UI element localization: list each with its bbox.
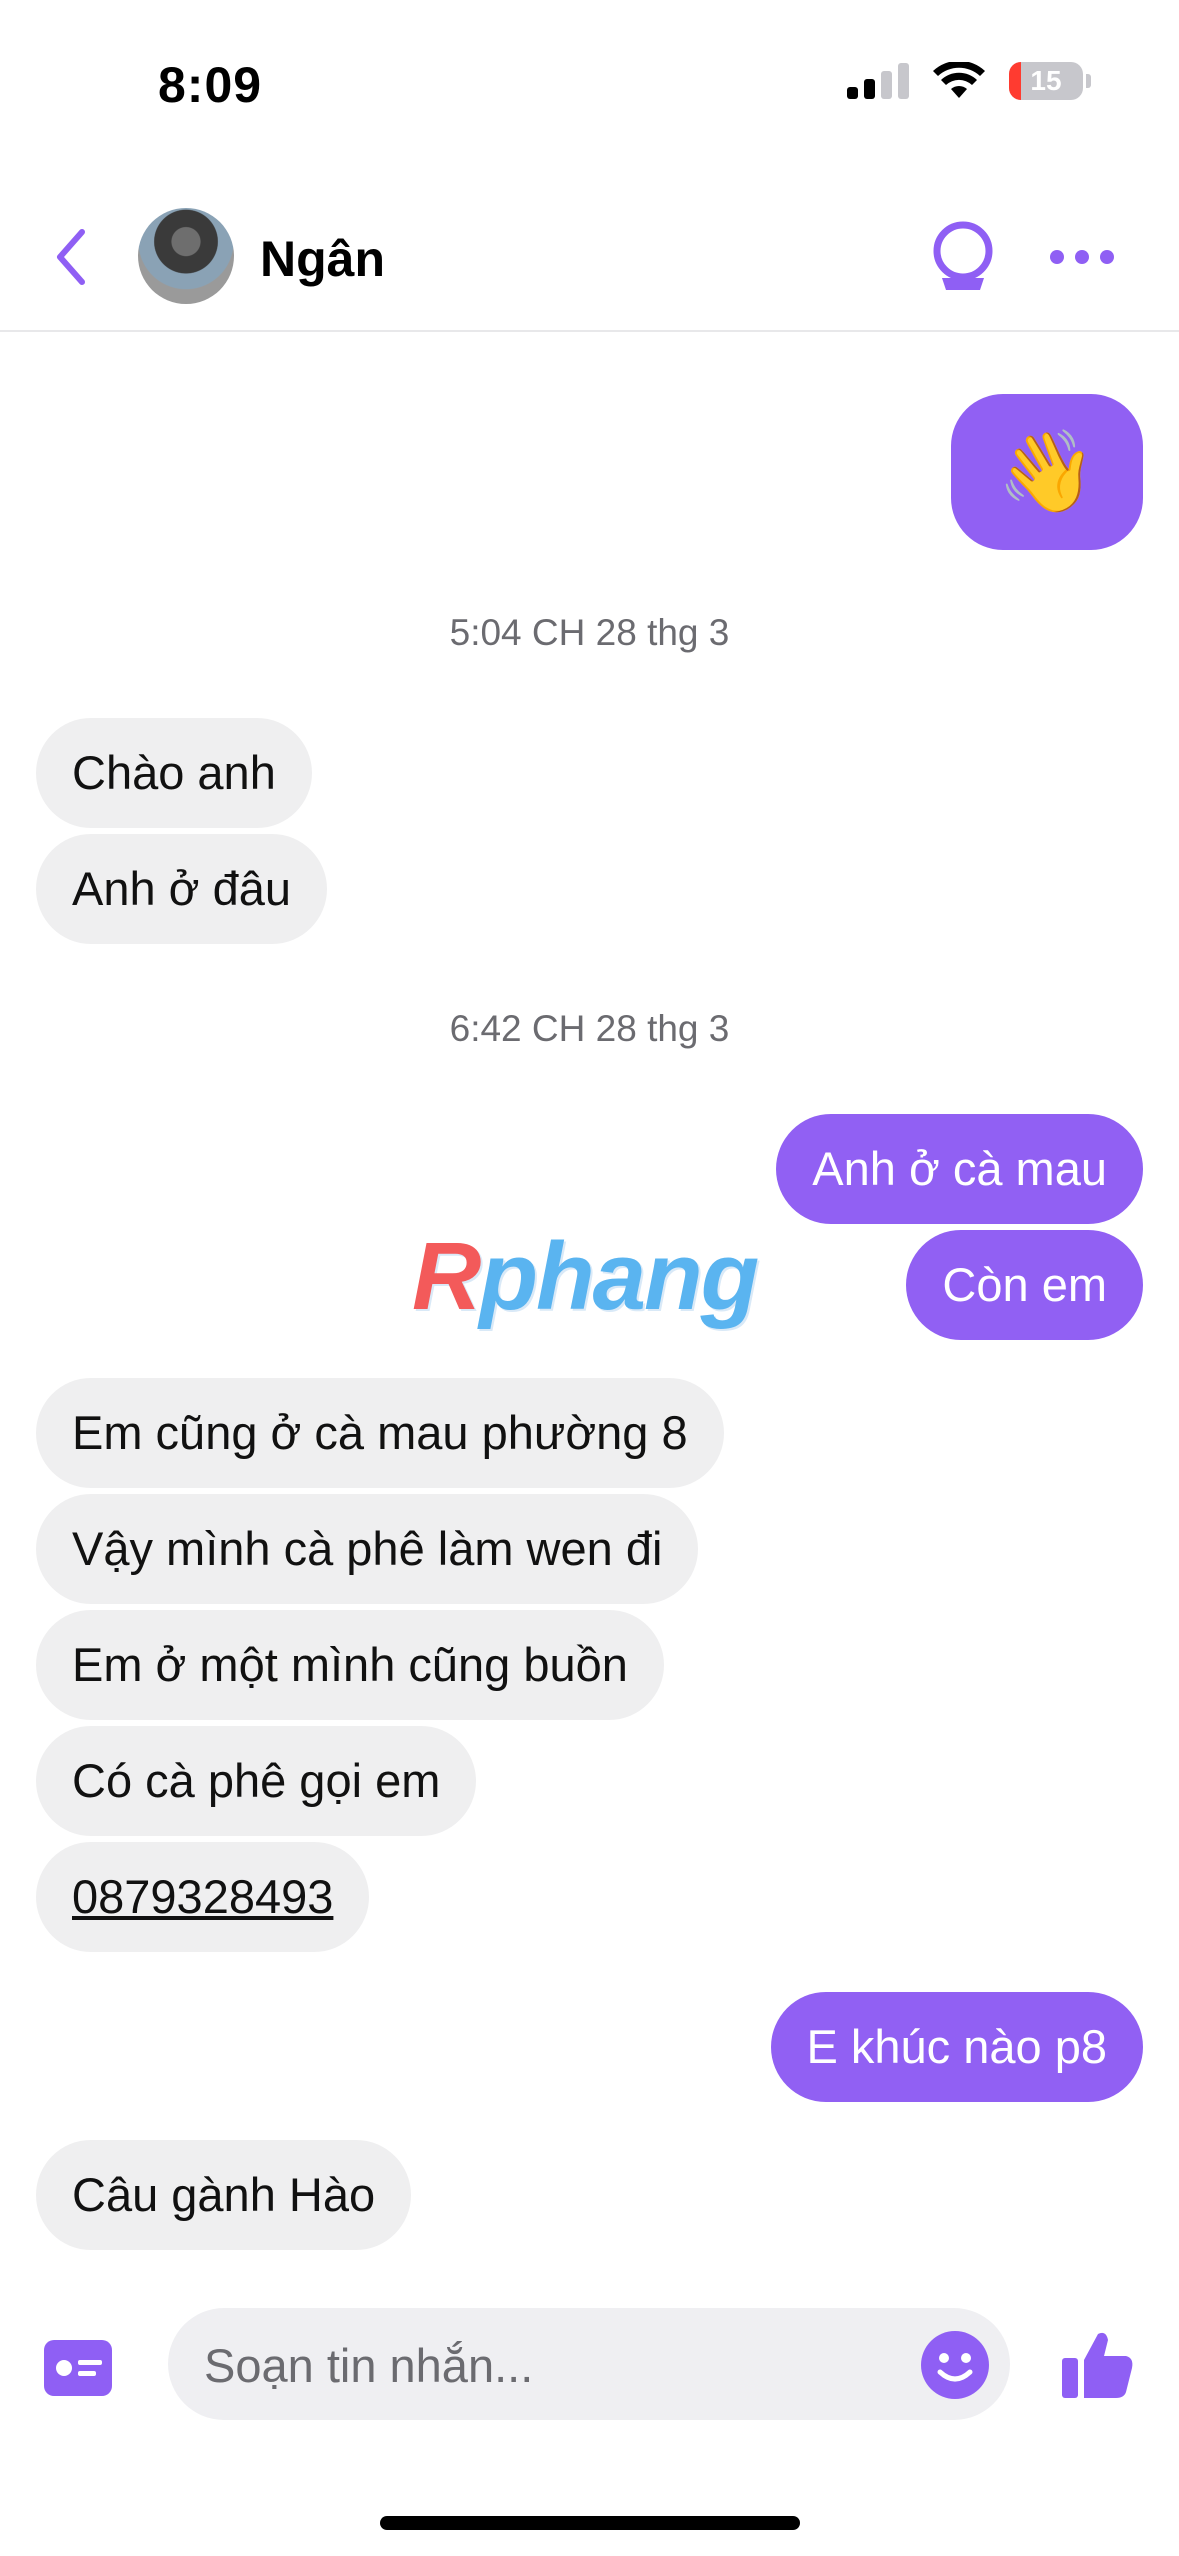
timestamp: 5:04 CH 28 thg 3 (449, 612, 730, 653)
wifi-icon (933, 62, 985, 98)
contact-avatar[interactable] (138, 208, 234, 304)
battery-icon: 15 (1009, 62, 1091, 100)
message-bubble-incoming[interactable]: Em ở một mình cũng buồn (36, 1610, 664, 1720)
status-icons: 15 (847, 62, 1091, 100)
message-bubble-wave[interactable]: 👋 (951, 394, 1143, 550)
waving-hand-emoji: 👋 (997, 427, 1097, 516)
message-bubble-incoming[interactable]: Em cũng ở cà mau phường 8 (36, 1378, 724, 1488)
message-bubble-incoming[interactable]: Chào anh (36, 718, 312, 828)
back-chevron-icon[interactable] (48, 222, 98, 292)
message-bubble-incoming[interactable]: Có cà phê gọi em (36, 1726, 477, 1836)
message-input[interactable] (202, 2308, 866, 2422)
conversation-header: Ngân (0, 190, 1179, 332)
watermark-logo: Rphang (412, 1223, 759, 1330)
message-input-wrapper[interactable] (168, 2308, 1010, 2422)
status-time: 8:09 (158, 57, 263, 113)
message-bubble-outgoing[interactable]: Còn em (906, 1230, 1143, 1340)
timestamp: 6:42 CH 28 thg 3 (449, 1008, 730, 1049)
emoji-icon[interactable] (920, 2330, 990, 2400)
home-indicator (380, 2516, 800, 2530)
more-options-icon[interactable] (1050, 242, 1114, 272)
thumbs-up-icon[interactable] (1060, 2326, 1136, 2402)
message-bubble-incoming[interactable]: Vậy mình cà phê làm wen đi (36, 1494, 699, 1604)
message-bubble-outgoing[interactable]: Anh ở cà mau (776, 1114, 1143, 1224)
contact-name[interactable]: Ngân (260, 230, 385, 288)
message-bubble-incoming[interactable]: Câu gành Hào (36, 2140, 412, 2250)
message-bubble-incoming[interactable]: 0879328493 (36, 1842, 370, 1952)
contact-card-icon[interactable] (44, 2340, 112, 2396)
cellular-signal-icon (847, 63, 909, 99)
battery-level: 15 (1030, 65, 1062, 96)
message-bubble-outgoing[interactable]: E khúc nào p8 (770, 1992, 1143, 2102)
message-composer (0, 2290, 1179, 2450)
phone-number-link[interactable]: 0879328493 (72, 1870, 333, 1923)
video-call-icon[interactable] (928, 218, 998, 298)
message-bubble-incoming[interactable]: Anh ở đâu (36, 834, 327, 944)
